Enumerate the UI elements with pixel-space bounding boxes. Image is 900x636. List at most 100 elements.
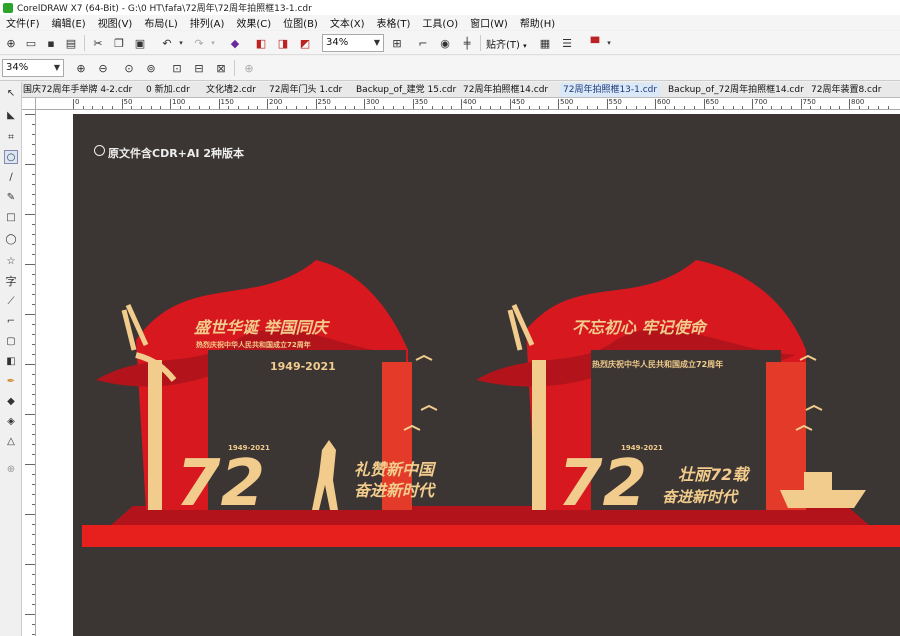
ruler-tick [499,106,501,109]
document-tab[interactable]: 72周年拍照框14.cdr [463,83,548,97]
ruler-tick-label: 400 [463,98,477,106]
horizontal-ruler[interactable]: 0 50 100 150 200 250 300 350 400 450 500 550 600 650 7… [36,98,900,110]
document-tab[interactable]: 国庆72周年手举牌 4-2.cdr [23,83,132,97]
copy-icon[interactable]: ❐ [112,36,126,50]
ruler-tick [32,354,35,355]
menu-effects[interactable]: 效果(C) [230,15,277,30]
publish-pdf-icon[interactable]: ◩ [298,36,312,50]
ruler-tick [32,494,35,495]
menu-layout[interactable]: 布局(L) [138,15,183,30]
color-eyedropper-icon[interactable]: ✒ [4,374,18,388]
ruler-tick [373,106,375,109]
undo-dropdown-icon[interactable]: ▾ [174,36,188,50]
print-icon[interactable]: ▤ [64,36,78,50]
outline-pen-icon[interactable]: △ [4,434,18,448]
zoom-page-height-icon[interactable]: ⊠ [214,61,228,75]
full-screen-preview-icon[interactable]: ⊞ [390,36,404,50]
interactive-fill-icon[interactable]: ◆ [4,394,18,408]
import-icon[interactable]: ◧ [254,36,268,50]
ruler-tick [480,106,482,109]
zoom-page-width-icon[interactable]: ⊟ [192,61,206,75]
export-icon[interactable]: ◨ [276,36,290,50]
zoom-level-combo[interactable]: 34% ▼ [322,34,384,52]
transparency-icon[interactable]: ◧ [4,354,18,368]
document-tab[interactable]: 0 新加.cdr [146,83,190,97]
property-zoom-combo[interactable]: 34% ▼ [2,59,64,77]
zoom-page-icon[interactable]: ⊡ [170,61,184,75]
toolbar-separator [234,60,235,76]
add-tool-icon[interactable]: ⊕ [4,462,18,476]
menu-file[interactable]: 文件(F) [0,15,46,30]
rectangle-tool-icon[interactable]: □ [4,210,18,224]
polygon-tool-icon[interactable]: ☆ [4,254,18,268]
ruler-tick [315,99,317,109]
redo-dropdown-icon[interactable]: ▾ [206,36,220,50]
menu-edit[interactable]: 编辑(E) [46,15,92,30]
ruler-tick [208,106,210,109]
menu-arrange[interactable]: 排列(A) [184,15,231,30]
menu-window[interactable]: 窗口(W) [464,15,514,30]
artistic-media-icon[interactable]: ✎ [4,190,18,204]
add-plus-icon[interactable]: ⊕ [242,61,256,75]
ruler-tick [868,106,870,109]
shape-tool-icon[interactable]: ◣ [4,108,18,122]
menu-tools[interactable]: 工具(O) [416,15,464,30]
crop-tool-icon[interactable]: ⌗ [4,130,18,144]
ruler-tick [32,394,35,395]
zoom-selected-icon[interactable]: ⊙ [122,61,136,75]
ruler-origin[interactable] [22,98,36,110]
show-grid-icon[interactable]: ◉ [438,36,452,50]
ruler-tick [32,144,35,145]
snap-to-menu[interactable]: 贴齐(T) ▾ [486,36,527,51]
parallel-dimension-icon[interactable]: ⟋ [4,294,18,308]
options-icon[interactable]: ▦ [538,36,552,50]
freehand-tool-icon[interactable]: ∕ [4,170,18,184]
zoom-in-icon[interactable]: ⊕ [74,61,88,75]
ruler-tick [606,99,608,109]
menu-text[interactable]: 文本(X) [324,15,371,30]
menu-bitmaps[interactable]: 位图(B) [277,15,324,30]
document-tab[interactable]: 72周年装置8.cdr [811,83,881,97]
zoom-all-objects-icon[interactable]: ⊚ [144,61,158,75]
ruler-tick [32,254,35,255]
welcome-screen-icon[interactable]: ▀ [588,36,602,50]
pick-tool-icon[interactable]: ↖ [4,86,18,100]
menu-table[interactable]: 表格(T) [371,15,417,30]
drop-shadow-icon[interactable]: ▢ [4,334,18,348]
undo-icon[interactable]: ↶ [160,36,174,50]
ruler-tick-label: 800 [851,98,865,106]
paste-icon[interactable]: ▣ [133,36,147,50]
document-tab-active[interactable]: 72周年拍照框13-1.cdr [560,83,661,97]
ruler-tick [887,106,889,109]
zoom-out-icon[interactable]: ⊖ [96,61,110,75]
ellipse-tool-icon[interactable]: ◯ [4,232,18,246]
document-tab[interactable]: Backup_of_建党 15.cdr [356,83,456,97]
search-content-icon[interactable]: ◆ [228,36,242,50]
chevron-down-icon: ▾ [523,42,527,50]
chevron-down-icon[interactable]: ▾ [602,36,616,50]
ruler-tick-label: 150 [220,98,234,106]
open-folder-icon[interactable]: ▭ [24,36,38,50]
ruler-tick [305,106,307,109]
ruler-tick [32,584,35,585]
redo-icon[interactable]: ↷ [192,36,206,50]
zoom-tool-icon[interactable]: ○ [4,150,18,164]
document-tab[interactable]: 72周年门头 1.cdr [269,83,342,97]
new-document-icon[interactable]: ⊕ [4,36,18,50]
menu-help[interactable]: 帮助(H) [514,15,561,30]
document-tab[interactable]: 文化墙2.cdr [206,83,256,97]
text-tool-icon[interactable]: 字 [4,274,18,288]
vertical-ruler[interactable] [22,110,36,636]
ruler-tick [858,106,860,109]
show-guidelines-icon[interactable]: ╪ [460,36,474,50]
connector-tool-icon[interactable]: ⌐ [4,314,18,328]
save-icon[interactable]: ▪ [44,36,58,50]
smart-fill-icon[interactable]: ◈ [4,414,18,428]
ruler-tick [25,164,35,165]
cut-icon[interactable]: ✂ [91,36,105,50]
menu-view[interactable]: 视图(V) [92,15,139,30]
show-rulers-icon[interactable]: ⌐ [416,36,430,50]
application-launcher-icon[interactable]: ☰ [560,36,574,50]
drawing-canvas[interactable]: 原文件含CDR+AI 2种版本 盛世华诞 举国同庆 热烈庆祝中华人民共和国成立7… [36,110,900,636]
document-tab[interactable]: Backup_of_72周年拍照框14.cdr [668,83,804,97]
